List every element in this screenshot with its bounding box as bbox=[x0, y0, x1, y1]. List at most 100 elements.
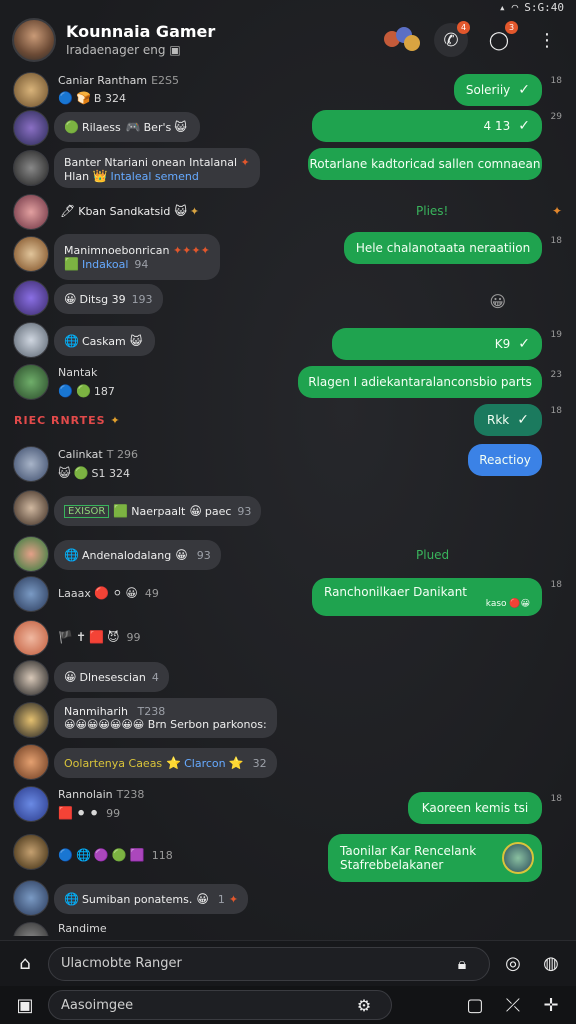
outgoing-bubble[interactable]: Rlagen I adiekantaralanconsbio parts bbox=[298, 366, 542, 398]
avatar[interactable] bbox=[13, 922, 49, 936]
outgoing-bubble[interactable]: Hele chalanotaata neraatiion bbox=[344, 232, 542, 264]
group-avatar[interactable] bbox=[12, 18, 56, 62]
message-list[interactable]: Caniar Rantham E2S5 🔵 🍞 B 324 Soleriiy ✓ 18 … bbox=[0, 70, 576, 936]
outgoing-bubble[interactable]: Soleriiy ✓ bbox=[454, 74, 542, 106]
outgoing-bubble[interactable]: 4 13 ✓ bbox=[312, 110, 542, 142]
incoming-bubble[interactable]: 🖊 Kban Sandkatsid 😺 ✦ bbox=[54, 196, 209, 226]
share-icon: ⤫ bbox=[505, 994, 521, 1016]
chat-subtitle: Iradaenager eng ▣ bbox=[66, 43, 181, 57]
incoming-bubble[interactable]: EXISOR 🟩 Naerpaalt 😀 paec 93 bbox=[54, 496, 262, 526]
speech-bubble-icon: ◍ bbox=[543, 953, 559, 974]
call-button[interactable]: ✆ 4 bbox=[434, 21, 470, 57]
avatar[interactable] bbox=[13, 194, 49, 230]
avatar[interactable] bbox=[13, 576, 49, 612]
message-time: 18 bbox=[550, 76, 562, 86]
camera-shutter-button[interactable]: ◎ bbox=[498, 949, 528, 979]
globe-icon: 🌐 bbox=[64, 548, 79, 562]
incoming-bubble[interactable]: Manimnoebonrican ✦✦✦✦ 🟩 Indakoal 94 bbox=[54, 234, 220, 280]
emoji-icon: 🟢 bbox=[73, 466, 89, 480]
outgoing-bubble[interactable]: Rotarlane kadtoricad sallen comnaean bbox=[308, 148, 542, 180]
read-check-icon: ✓ bbox=[518, 82, 530, 98]
avatar[interactable] bbox=[13, 620, 49, 656]
outgoing-bubble[interactable]: Kaoreen kemis tsi bbox=[408, 792, 542, 824]
lock-icon[interactable]: 🔒︎ bbox=[447, 949, 477, 979]
more-menu-button[interactable]: ⋮ bbox=[530, 23, 564, 57]
sender-name: Manimnoebonrican ✦✦✦✦ bbox=[64, 243, 210, 257]
emoji-icon: 🟥 bbox=[89, 630, 104, 644]
emoji-icon: 🟢 bbox=[75, 384, 91, 398]
phone-icon: ✆ bbox=[443, 29, 459, 51]
sticker-button[interactable]: ▢ bbox=[460, 990, 490, 1020]
sender-name: Calinkat T 296 bbox=[58, 448, 138, 461]
globe-icon: 🌐 bbox=[64, 334, 79, 348]
incoming-bubble[interactable]: Nanmiharih T238 😀😀😀😀😀😀😀 Brn Serbon parko… bbox=[54, 698, 277, 738]
outgoing-bubble[interactable]: K9 ✓ bbox=[332, 328, 542, 360]
sender-name: Banter Ntariani onean Intalanal ✦ bbox=[64, 155, 250, 169]
message-input[interactable]: Ulacmobte Ranger 🔒︎ bbox=[48, 946, 490, 981]
message-meta: Laaax 🔴 ⚪ 😀 49 bbox=[58, 586, 159, 600]
header-text[interactable]: Kounnaia Gamer Iradaenager eng ▣ bbox=[66, 22, 382, 58]
secondary-input[interactable]: Aasoimgee ⚙︎ bbox=[48, 990, 392, 1020]
reaction-button[interactable]: Reactioy bbox=[468, 444, 542, 476]
outgoing-bubble[interactable]: Ranchonilkaer Danikant kaso 🔴😀 bbox=[312, 578, 542, 616]
outgoing-bubble[interactable]: Rkk ✓ bbox=[474, 404, 542, 436]
avatar[interactable] bbox=[13, 536, 49, 572]
add-button[interactable]: ✛ bbox=[536, 990, 566, 1020]
incoming-bubble[interactable]: 🌐 Caskam 😺 bbox=[54, 326, 156, 356]
emoji-icon: 👑 bbox=[92, 168, 108, 183]
incoming-bubble[interactable]: 🟢 Rilaess 🎮 Ber's 😺 bbox=[54, 112, 200, 142]
avatar[interactable] bbox=[13, 786, 49, 822]
emoji-icon: 🟣 bbox=[93, 848, 109, 862]
avatar[interactable] bbox=[13, 834, 49, 870]
chat-bubble-icon: ◯ bbox=[488, 29, 510, 51]
avatar[interactable] bbox=[13, 364, 49, 400]
avatar[interactable] bbox=[13, 280, 49, 316]
incoming-bubble[interactable]: 😀 Dlnesescian 4 bbox=[54, 662, 169, 692]
avatar[interactable] bbox=[13, 660, 49, 696]
camera-button[interactable]: ▣ bbox=[10, 990, 40, 1020]
sender-name: Nantak bbox=[58, 366, 98, 379]
emoji-row-icon: 😀😀😀😀😀😀😀 bbox=[64, 718, 145, 731]
emoji-icon: 😺 bbox=[129, 334, 143, 348]
avatar[interactable] bbox=[13, 150, 49, 186]
avatar[interactable] bbox=[13, 446, 49, 482]
composer-bar: ⌂ Ulacmobte Ranger 🔒︎ ◎ ◍ bbox=[0, 940, 576, 986]
emoji-icon: 🟪 bbox=[129, 848, 145, 862]
messages-badge: 3 bbox=[505, 21, 518, 34]
emoji-icon: 🟩 bbox=[113, 504, 129, 518]
highlight-text: RIEC RNRTES ✦ bbox=[14, 414, 121, 427]
avatar[interactable] bbox=[13, 490, 49, 526]
avatar[interactable] bbox=[13, 72, 49, 108]
incoming-bubble[interactable]: 🌐 Andenalodalang 😀 93 bbox=[54, 540, 221, 570]
emoji-picker-icon[interactable]: ⚙︎ bbox=[349, 990, 379, 1020]
voice-button[interactable]: ◍ bbox=[536, 949, 566, 979]
incoming-bubble[interactable]: 🌐 Sumiban ponatems. 😀 1 ✦ bbox=[54, 884, 249, 914]
avatar[interactable] bbox=[13, 880, 49, 916]
header-actions: ✆ 4 ◯ 3 ⋮ bbox=[382, 21, 564, 57]
avatar[interactable] bbox=[13, 702, 49, 738]
messages-button[interactable]: ◯ 3 bbox=[482, 21, 518, 57]
emoji-icon: 😀 bbox=[175, 548, 188, 562]
read-check-icon: ✓ bbox=[518, 118, 530, 134]
avatar[interactable] bbox=[13, 744, 49, 780]
incoming-bubble[interactable]: Banter Ntariani onean Intalanal ✦ Hlan 👑… bbox=[54, 148, 260, 188]
share-button[interactable]: ⤫ bbox=[498, 990, 528, 1020]
avatar[interactable] bbox=[13, 236, 49, 272]
avatar[interactable] bbox=[13, 322, 49, 358]
home-button[interactable]: ⌂ bbox=[10, 949, 40, 979]
incoming-bubble[interactable]: Oolartenya Caeas ⭐ Clarcon ⭐ 32 bbox=[54, 748, 277, 778]
emoji-icon: ⭐ bbox=[228, 756, 244, 770]
call-badge: 4 bbox=[457, 21, 470, 34]
emoji-icon: 🍞 bbox=[75, 91, 91, 105]
emoji-icon: 🏴 bbox=[58, 630, 73, 644]
emoji-icon: 😀 bbox=[64, 670, 77, 684]
plus-icon: ✛ bbox=[543, 994, 559, 1016]
emoji-icon: 🎮 bbox=[125, 120, 141, 134]
group-members-icon[interactable] bbox=[382, 23, 420, 57]
outgoing-bubble[interactable]: Taonilar Kar Rencelank Stafrebbelakaner bbox=[328, 834, 542, 882]
message-meta: 🔵 🟢 187 bbox=[58, 384, 115, 398]
message-meta: 🏴 ✝ 🟥 😈 99 bbox=[58, 630, 141, 644]
avatar[interactable] bbox=[13, 110, 49, 146]
system-label: Plies! bbox=[416, 204, 449, 218]
incoming-bubble[interactable]: 😀 Ditsg 39 193 bbox=[54, 284, 163, 314]
